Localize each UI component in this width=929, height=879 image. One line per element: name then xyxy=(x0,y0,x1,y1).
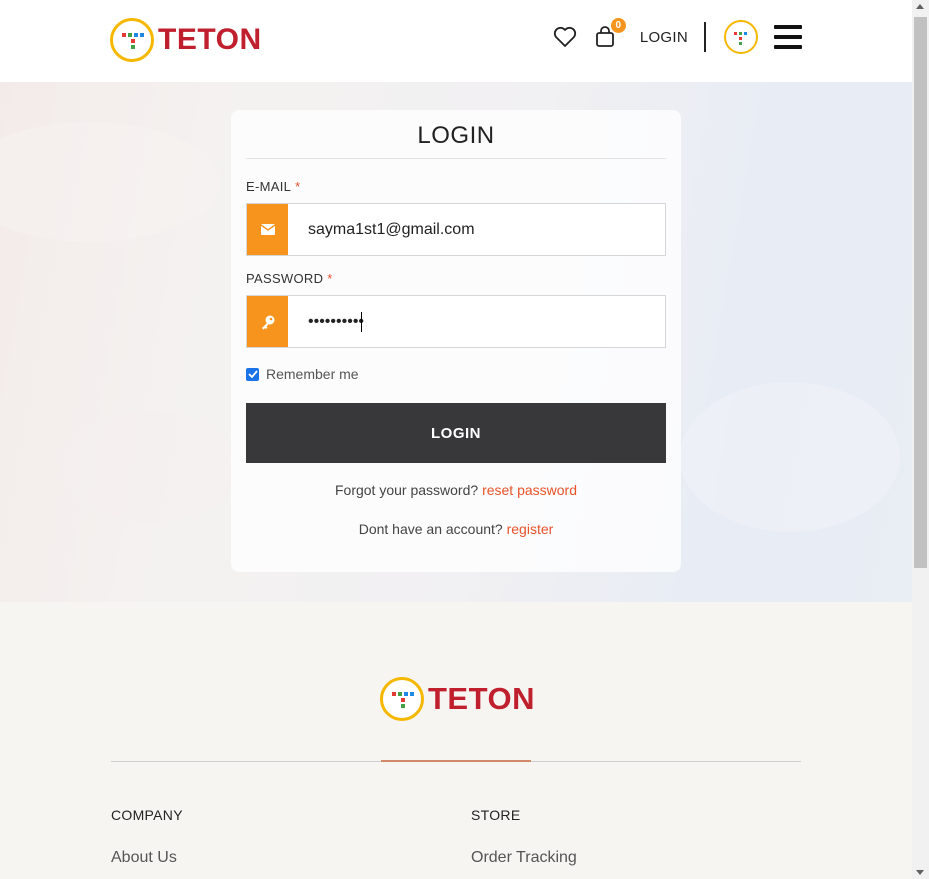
site-logo[interactable]: TETON xyxy=(110,18,262,62)
header-login-link[interactable]: LOGIN xyxy=(640,29,688,46)
footer-logo-wordmark: TETON xyxy=(428,681,535,716)
password-input[interactable]: •••••••••• xyxy=(288,296,665,347)
shopping-bag-icon[interactable]: 0 xyxy=(592,18,626,50)
footer-order-tracking-link[interactable]: Order Tracking xyxy=(471,849,577,867)
page-scrollbar[interactable] xyxy=(912,0,929,879)
password-label: PASSWORD * xyxy=(246,271,333,286)
email-label: E-MAIL * xyxy=(246,179,301,194)
email-input[interactable] xyxy=(288,204,665,255)
header-actions: 0 LOGIN xyxy=(552,18,802,54)
scroll-down-arrow-icon[interactable] xyxy=(916,870,924,875)
key-icon xyxy=(247,296,288,347)
footer-store-heading: STORE xyxy=(471,807,521,823)
password-field: •••••••••• xyxy=(246,295,666,348)
scrollbar-thumb[interactable] xyxy=(914,17,927,568)
teton-avatar-icon[interactable] xyxy=(724,20,758,54)
footer-logo-mark-icon xyxy=(380,677,424,721)
logo-mark-icon xyxy=(110,18,154,62)
login-title: LOGIN xyxy=(246,122,666,159)
remember-me-label: Remember me xyxy=(266,366,359,382)
text-cursor xyxy=(361,312,362,332)
login-card: LOGIN E-MAIL* PASSWORD* •••••••••• Remem… xyxy=(231,110,681,572)
register-link[interactable]: register xyxy=(507,521,554,537)
footer-company-heading: COMPANY xyxy=(111,807,183,823)
email-field xyxy=(246,203,666,256)
footer-about-us-link[interactable]: About Us xyxy=(111,849,177,867)
logo-wordmark: TETON xyxy=(158,23,262,56)
cart-count-badge: 0 xyxy=(610,18,626,33)
heart-icon[interactable] xyxy=(552,24,578,50)
envelope-icon xyxy=(247,204,288,255)
login-hero-section: LOGIN E-MAIL* PASSWORD* •••••••••• Remem… xyxy=(0,82,912,602)
scroll-up-arrow-icon[interactable] xyxy=(916,4,924,9)
footer-divider-accent xyxy=(381,760,531,762)
remember-me-checkbox[interactable]: Remember me xyxy=(246,366,359,382)
register-line: Dont have an account? register xyxy=(358,521,554,537)
header-divider xyxy=(704,22,706,52)
hamburger-menu-icon[interactable] xyxy=(774,25,802,49)
checkbox-checked-icon[interactable] xyxy=(246,367,259,381)
footer-logo[interactable]: TETON xyxy=(380,677,535,721)
forgot-password-line: Forgot your password? reset password xyxy=(334,482,577,498)
reset-password-link[interactable]: reset password xyxy=(482,482,577,498)
site-footer: TETON COMPANY About Us STORE Order Track… xyxy=(0,602,912,879)
site-header: TETON 0 LOGIN xyxy=(0,0,912,82)
login-submit-button[interactable]: LOGIN xyxy=(246,403,666,463)
